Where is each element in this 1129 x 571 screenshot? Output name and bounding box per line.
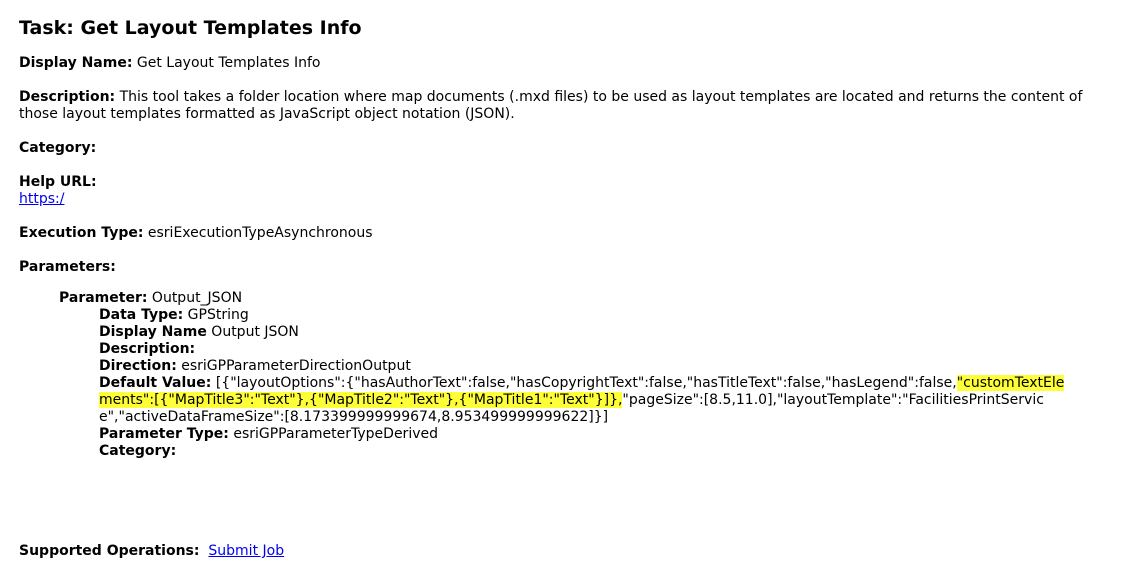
param-display-name-value: Output JSON (211, 324, 299, 340)
parameter-heading: Parameter: Output_JSON (59, 290, 242, 307)
description-row: Description: This tool takes a folder lo… (19, 89, 1124, 123)
param-display-name-label: Display Name (99, 324, 207, 340)
param-description-label: Description: (99, 341, 196, 357)
execution-type-row: Execution Type: esriExecutionTypeAsynchr… (19, 225, 373, 242)
parameter-type-label: Parameter Type: (99, 426, 229, 442)
data-type-row: Data Type: GPString (99, 307, 1074, 324)
category-row: Category: (19, 140, 96, 157)
parameter-details: Data Type: GPString Display Name Output … (99, 307, 1074, 460)
direction-label: Direction: (99, 358, 177, 374)
param-description-row: Description: (99, 341, 1074, 358)
execution-type-value: esriExecutionTypeAsynchronous (147, 225, 373, 241)
display-name-value: Get Layout Templates Info (136, 55, 321, 71)
param-category-label: Category: (99, 443, 177, 459)
help-url-link[interactable]: https:/ (19, 191, 64, 207)
parameters-row: Parameters: (19, 259, 116, 276)
execution-type-label: Execution Type: (19, 225, 144, 241)
display-name-label: Display Name: (19, 55, 133, 71)
supported-operations-label: Supported Operations: (19, 543, 200, 559)
default-value-label: Default Value: (99, 375, 212, 391)
data-type-value: GPString (187, 307, 249, 323)
param-display-name-row: Display Name Output JSON (99, 324, 1074, 341)
parameters-label: Parameters: (19, 259, 116, 275)
help-url-label: Help URL: (19, 174, 97, 190)
direction-row: Direction: esriGPParameterDirectionOutpu… (99, 358, 1074, 375)
description-value: This tool takes a folder location where … (19, 89, 1083, 122)
parameter-label: Parameter: (59, 290, 148, 306)
parameter-name: Output_JSON (151, 290, 243, 306)
parameter-type-row: Parameter Type: esriGPParameterTypeDeriv… (99, 426, 1074, 443)
data-type-label: Data Type: (99, 307, 184, 323)
category-label: Category: (19, 140, 97, 156)
description-label: Description: (19, 89, 116, 105)
help-url-row: Help URL: https:/ (19, 174, 97, 208)
default-value-text: [{"layoutOptions":{"hasAuthorText":false… (215, 375, 957, 391)
supported-operations-row: Supported Operations: Submit Job (19, 543, 284, 560)
direction-value: esriGPParameterDirectionOutput (181, 358, 411, 374)
submit-job-link[interactable]: Submit Job (208, 543, 284, 559)
parameter-type-value: esriGPParameterTypeDerived (233, 426, 438, 442)
default-value-row: Default Value: [{"layoutOptions":{"hasAu… (99, 375, 1074, 426)
display-name-row: Display Name: Get Layout Templates Info (19, 55, 320, 72)
page-title: Task: Get Layout Templates Info (19, 17, 362, 39)
param-category-row: Category: (99, 443, 1074, 460)
